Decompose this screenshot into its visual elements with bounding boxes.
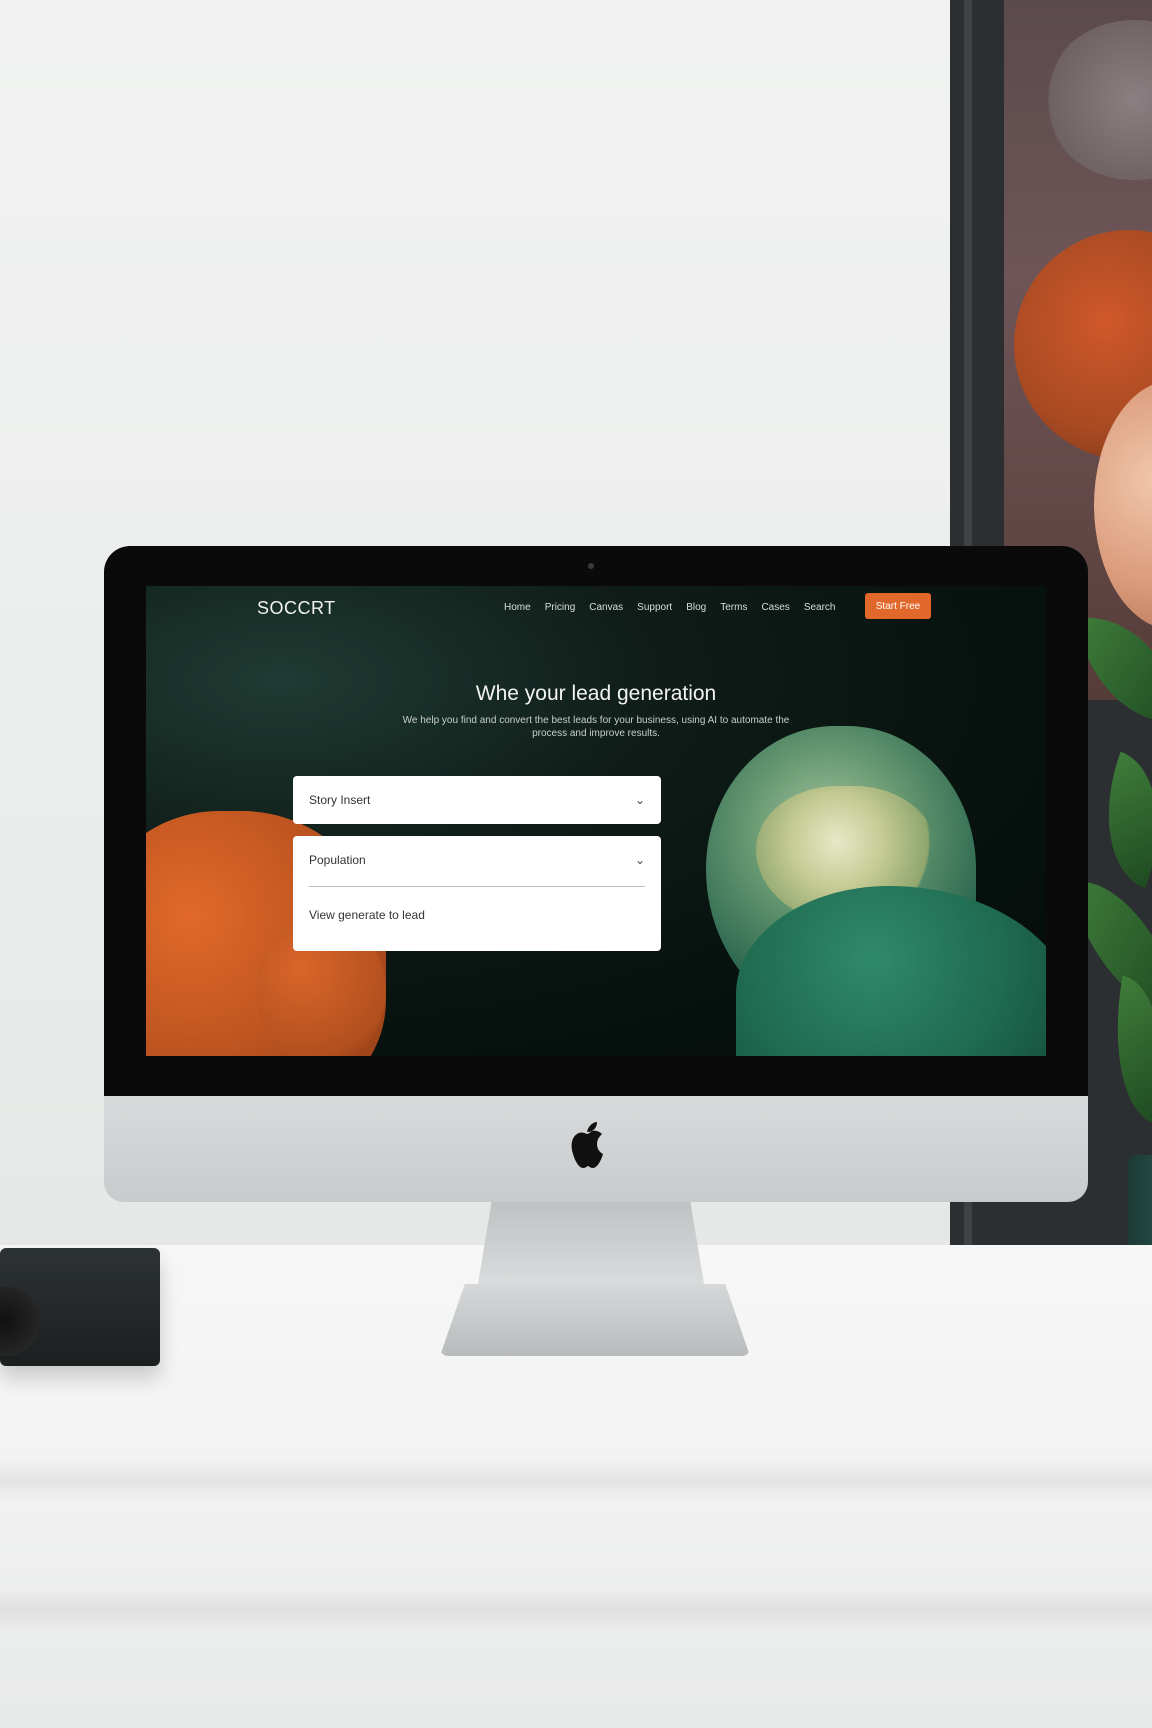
- population-select-value[interactable]: Population: [309, 853, 366, 867]
- desk-shadow: [0, 1460, 1152, 1500]
- hero-subtitle: We help you find and convert the best le…: [402, 715, 790, 739]
- nav-link[interactable]: Blog: [686, 602, 706, 613]
- nav-links: Home Pricing Canvas Support Blog Terms C…: [504, 602, 836, 613]
- population-form: Population ⌄ View generate to lead: [293, 836, 661, 951]
- chevron-down-icon: ⌄: [635, 793, 646, 807]
- speaker-grille: [0, 1286, 40, 1356]
- nav-link[interactable]: Terms: [720, 602, 747, 613]
- start-free-button[interactable]: Start Free: [865, 593, 931, 619]
- nav-link[interactable]: Cases: [761, 602, 789, 613]
- desk-shadow: [0, 1590, 1152, 1630]
- imac-stand-neck: [478, 1202, 704, 1284]
- camera-icon: [588, 563, 594, 569]
- field-divider: [309, 886, 645, 887]
- nav-link[interactable]: Search: [804, 602, 836, 613]
- desk-scene: SOCCRT Home Pricing Canvas Support Blog …: [0, 0, 1152, 1728]
- story-select[interactable]: Story Insert ⌄: [293, 776, 661, 824]
- chevron-down-icon[interactable]: ⌄: [635, 854, 645, 866]
- imac-stand-base: [440, 1284, 750, 1356]
- brand-logo[interactable]: SOCCRT: [257, 598, 336, 619]
- nav-link[interactable]: Canvas: [589, 602, 623, 613]
- nav-link[interactable]: Pricing: [545, 602, 576, 613]
- hero-title: Whe your lead generation: [475, 682, 717, 705]
- nav-link[interactable]: Support: [637, 602, 672, 613]
- nav-link[interactable]: Home: [504, 602, 531, 613]
- form-note: View generate to lead: [309, 908, 425, 922]
- speaker-device: [0, 1248, 160, 1366]
- site-nav: SOCCRT Home Pricing Canvas Support Blog …: [146, 586, 1046, 636]
- select-value: Story Insert: [309, 793, 371, 807]
- apple-logo-icon: [571, 1122, 603, 1168]
- art-cloud-shape: [1044, 20, 1152, 180]
- imac-screen: SOCCRT Home Pricing Canvas Support Blog …: [146, 586, 1046, 1056]
